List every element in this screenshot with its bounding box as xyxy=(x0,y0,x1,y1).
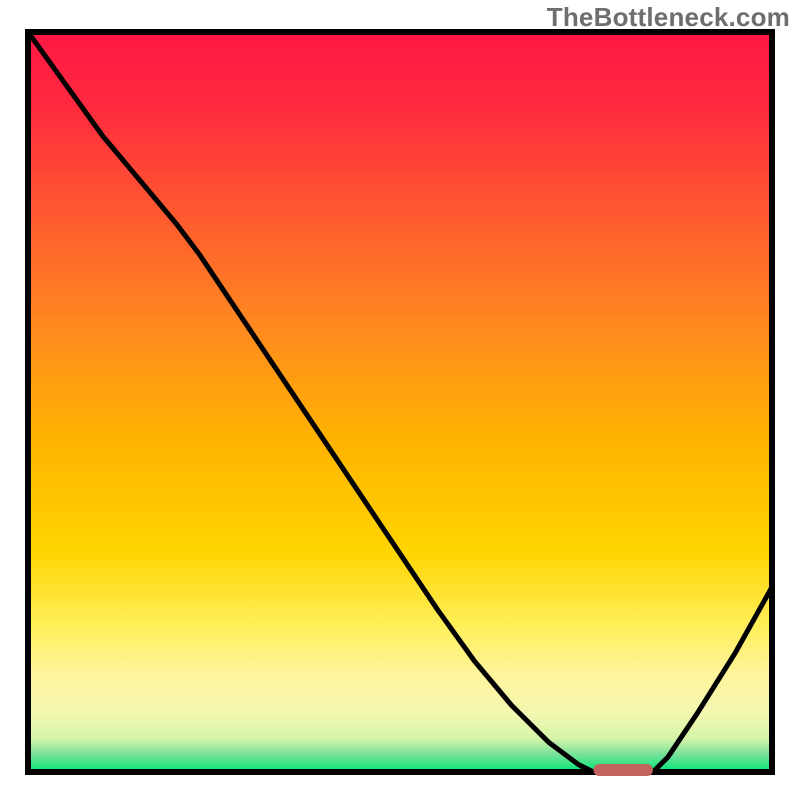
optimal-range-marker xyxy=(593,764,653,776)
chart-container: TheBottleneck.com xyxy=(0,0,800,800)
watermark-text: TheBottleneck.com xyxy=(547,2,790,33)
gradient-background xyxy=(28,32,772,772)
bottleneck-chart xyxy=(0,0,800,800)
